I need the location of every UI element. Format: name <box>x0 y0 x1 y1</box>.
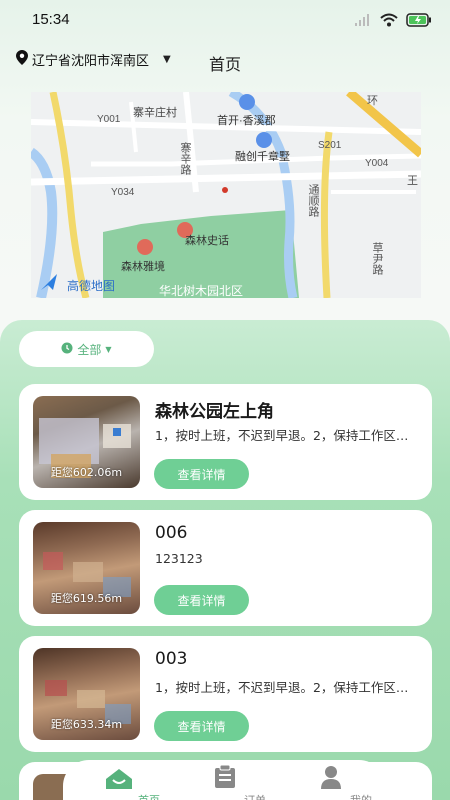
map-label-vertical: 寨辛路 <box>179 141 192 176</box>
distance-label: 距您619.56m <box>50 592 123 605</box>
caret-down-icon: ▼ <box>105 344 112 354</box>
card-title: 森林公园左上角 <box>155 402 274 422</box>
home-icon <box>105 768 133 794</box>
map-label: 王 <box>407 175 418 187</box>
map-label: Y034 <box>111 187 135 198</box>
map-label: 融创千章墅 <box>235 149 290 163</box>
status-time: 15:34 <box>32 11 70 28</box>
card-description: 123123 <box>155 551 203 566</box>
distance-label: 距您602.06m <box>50 466 123 479</box>
person-icon <box>320 765 342 793</box>
card-thumbnail: 距您602.06m <box>33 396 140 488</box>
map-label: Y001 <box>97 114 121 125</box>
map-label: S201 <box>318 140 342 151</box>
map-label: 环 <box>367 95 378 107</box>
view-details-button[interactable]: 查看详情 <box>154 585 249 615</box>
map-view[interactable]: Y001 寨辛庄村 首开·香溪郡 融创千章墅 S201 Y004 Y034 王 … <box>31 92 421 298</box>
view-details-button[interactable]: 查看详情 <box>154 711 249 741</box>
view-details-button[interactable]: 查看详情 <box>154 459 249 489</box>
tab-label: 我的 <box>331 792 391 800</box>
amap-logo-text: 高德地图 <box>67 278 115 293</box>
card-title: 006 <box>155 523 188 543</box>
map-label: 华北树木园北区 <box>159 283 243 298</box>
bottom-tab-bar: 首页 订单 我的 <box>63 760 385 800</box>
distance-label: 距您633.34m <box>50 718 123 731</box>
map-label: 寨辛庄村 <box>133 105 177 119</box>
map-label: Y004 <box>365 158 389 169</box>
status-bar: 15:34 <box>0 0 450 40</box>
card-description: 1，按时上班，不迟到早退。2，保持工作区域整洁 <box>155 428 417 443</box>
map-label-vertical: 通顺路 <box>307 184 320 218</box>
card-title: 003 <box>155 649 188 669</box>
filter-dropdown[interactable]: 全部 ▼ <box>19 331 154 367</box>
list-item[interactable]: 距您633.34m 003 1，按时上班，不迟到早退。2，保持工作区域整洁 查看… <box>19 636 432 752</box>
clipboard-icon <box>214 764 236 793</box>
filter-label: 全部 <box>77 342 102 357</box>
list-item[interactable]: 距您619.56m 006 123123 查看详情 <box>19 510 432 626</box>
map-label: 森林史话 <box>185 233 229 247</box>
map-label: 森林雅境 <box>121 259 165 273</box>
list-item[interactable]: 距您602.06m 森林公园左上角 1，按时上班，不迟到早退。2，保持工作区域整… <box>19 384 432 500</box>
wifi-icon <box>380 12 398 31</box>
card-thumbnail: 距您619.56m <box>33 522 140 614</box>
status-icons <box>354 12 432 31</box>
tab-label: 订单 <box>225 792 285 800</box>
card-description: 1，按时上班，不迟到早退。2，保持工作区域整洁 <box>155 680 417 695</box>
signal-icon <box>354 12 372 31</box>
header: 辽宁省沈阳市浑南区 ▼ 首页 <box>0 44 450 80</box>
map-label: 首开·香溪郡 <box>217 113 276 127</box>
page-title: 首页 <box>208 55 241 74</box>
map-label-vertical: 草尹路 <box>371 242 384 276</box>
battery-icon <box>406 12 432 31</box>
card-thumbnail: 距您633.34m <box>33 648 140 740</box>
tab-label: 首页 <box>119 792 179 800</box>
clock-icon <box>61 342 73 357</box>
